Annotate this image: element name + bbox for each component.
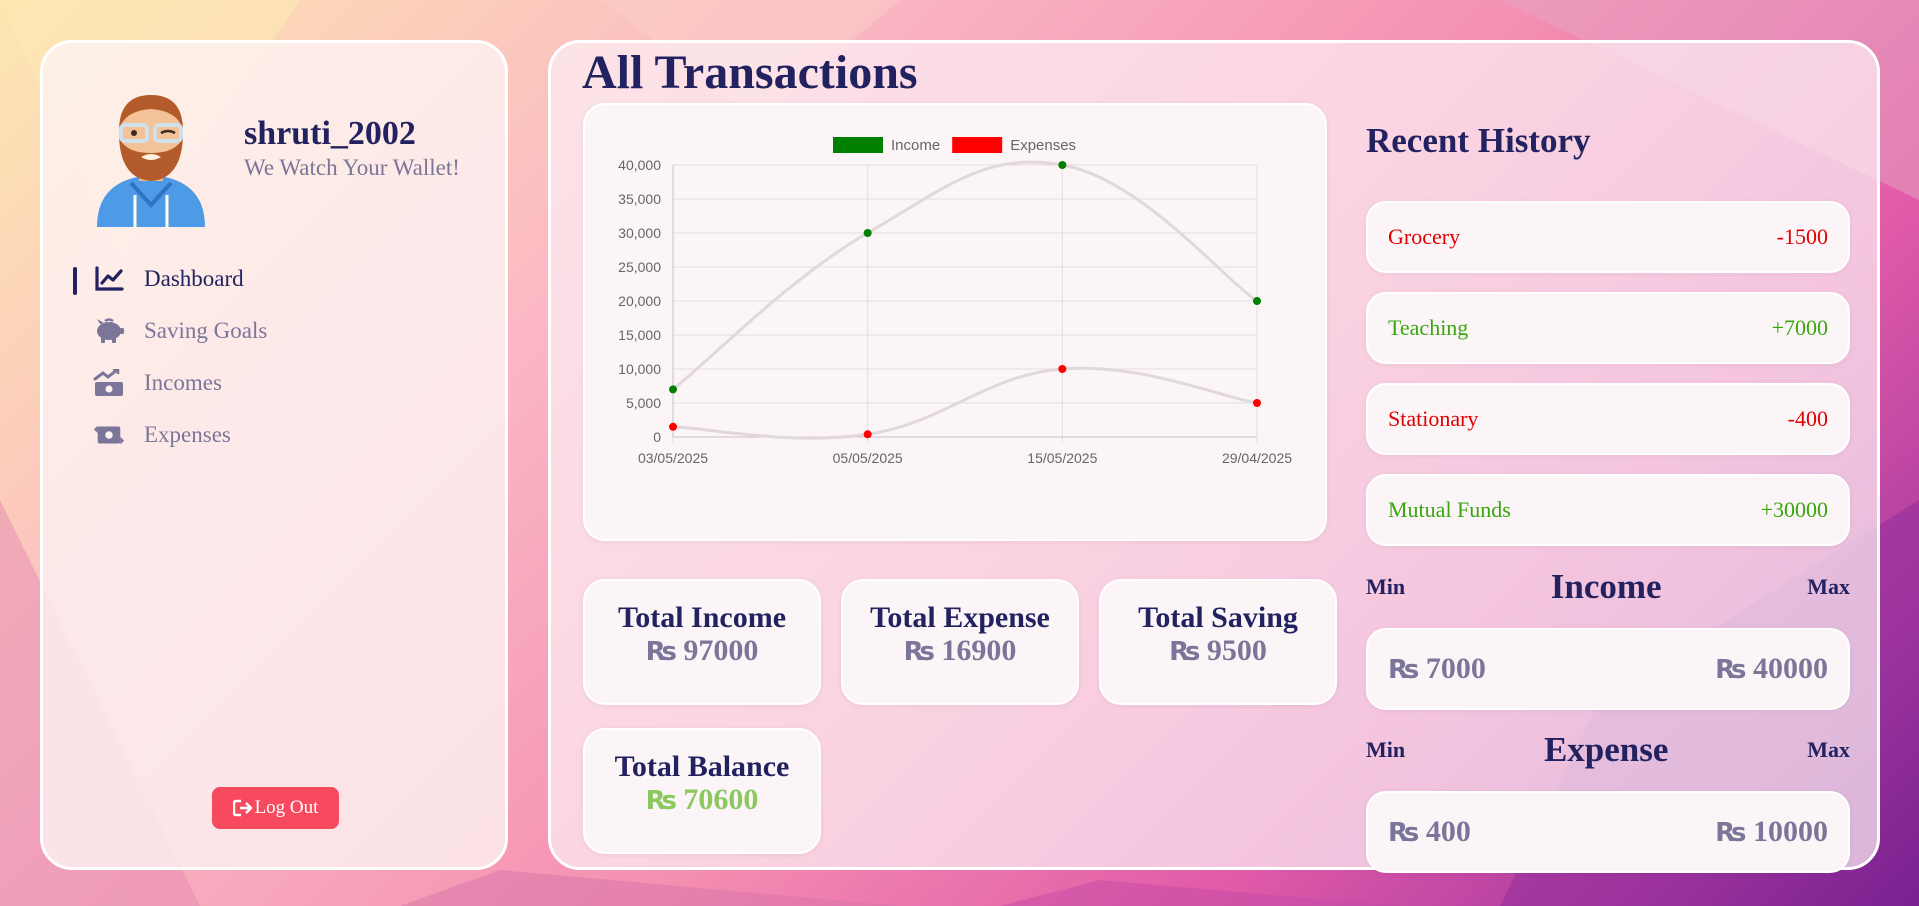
total-expense-card: Total Expense ₨ 16900 [841, 579, 1079, 705]
y-tick-label: 40,000 [618, 157, 661, 173]
history-item-amount: +7000 [1771, 315, 1828, 340]
logout-button[interactable]: Log Out [212, 787, 339, 829]
legend-label: Expenses [1010, 137, 1076, 154]
expense-min-label: Min [1366, 737, 1406, 762]
history-item[interactable]: Mutual Funds +30000 [1366, 474, 1850, 546]
nav-item-incomes[interactable]: Incomes [73, 357, 267, 409]
y-tick-label: 35,000 [618, 191, 661, 207]
history-item-name: Teaching [1388, 315, 1469, 340]
y-tick-label: 25,000 [618, 259, 661, 275]
page-title: All Transactions [582, 46, 918, 99]
data-point [1058, 365, 1067, 373]
income-min-value: ₨ 7000 [1388, 652, 1486, 685]
data-point [863, 430, 872, 439]
income-range-title: Income [1550, 567, 1662, 606]
legend-swatch [952, 137, 1003, 153]
x-tick-label: 03/05/2025 [638, 450, 708, 466]
nav-label-incomes: Incomes [144, 370, 222, 395]
nav-item-expenses[interactable]: Expenses [73, 409, 267, 461]
total-saving-title: Total Saving [1138, 601, 1298, 634]
expense-range-card: ₨ 400 ₨ 10000 [1366, 791, 1850, 873]
sidebar: shruti_2002 We Watch Your Wallet! Dashbo… [40, 40, 508, 870]
series-line [672, 160, 1258, 391]
income-range-card: ₨ 7000 ₨ 40000 [1366, 628, 1850, 710]
history-item-name: Stationary [1388, 406, 1479, 431]
y-tick-label: 10,000 [618, 361, 661, 377]
data-point [1253, 399, 1261, 407]
username: shruti_2002 [244, 115, 416, 152]
income-max-value: ₨ 40000 [1715, 652, 1828, 685]
data-point [863, 229, 872, 237]
history-item[interactable]: Teaching +7000 [1366, 292, 1850, 364]
nav-label-dashboard: Dashboard [144, 266, 244, 291]
total-saving-card: Total Saving ₨ 9500 [1099, 579, 1337, 705]
y-tick-label: 5,000 [626, 395, 661, 411]
history-item-name: Mutual Funds [1388, 497, 1511, 522]
chart-line-icon [93, 265, 125, 293]
expense-max-value: ₨ 10000 [1715, 815, 1828, 848]
sidebar-nav: Dashboard Saving Goals Incomes Expenses [73, 253, 267, 461]
nav-label-saving-goals: Saving Goals [144, 318, 268, 343]
expense-range-title: Expense [1543, 730, 1669, 769]
income-min-label: Min [1366, 574, 1406, 599]
history-item-amount: -400 [1787, 406, 1828, 431]
user-avatar [97, 95, 205, 227]
recent-history-title: Recent History [1366, 121, 1591, 160]
history-item-amount: +30000 [1760, 497, 1828, 522]
main-panel: All Transactions Income Expenses 40,000 35… [548, 40, 1880, 873]
expense-max-label: Max [1807, 737, 1850, 762]
x-tick-label: 15/05/2025 [1027, 450, 1097, 466]
nav-label-expenses: Expenses [144, 422, 231, 447]
line-chart: Income Expenses 40,000 35,000 30,000 25,000 2… [618, 137, 1292, 466]
data-point [669, 385, 677, 394]
income-range-header: Min Income Max [1366, 567, 1850, 607]
data-point [669, 422, 677, 431]
history-item[interactable]: Stationary -400 [1366, 383, 1850, 455]
money-bill-transfer-icon [93, 421, 125, 449]
y-tick-label: 15,000 [618, 327, 661, 343]
total-saving-value: ₨ 9500 [1169, 634, 1267, 668]
history-item[interactable]: Grocery -1500 [1366, 201, 1850, 273]
y-tick-label: 30,000 [618, 225, 661, 241]
history-item-name: Grocery [1388, 224, 1461, 249]
active-indicator [73, 267, 77, 295]
y-tick-label: 0 [653, 429, 661, 445]
total-income-title: Total Income [617, 601, 787, 634]
income-max-label: Max [1807, 574, 1850, 599]
legend-swatch [833, 137, 883, 153]
chart-legend: Income Expenses [833, 137, 1076, 154]
data-point [1253, 297, 1261, 305]
transactions-chart: Income Expenses 40,000 35,000 30,000 25,000 2… [583, 103, 1327, 541]
nav-item-saving-goals[interactable]: Saving Goals [73, 305, 267, 357]
y-tick-label: 20,000 [618, 293, 661, 309]
total-income-value: ₨ 97000 [645, 634, 759, 668]
expense-range-header: Min Expense Max [1366, 730, 1850, 770]
sign-out-icon [232, 799, 252, 817]
history-item-amount: -1500 [1776, 224, 1828, 249]
money-bill-trend-up-icon [93, 369, 125, 397]
piggy-bank-icon [93, 317, 125, 345]
nav-item-dashboard[interactable]: Dashboard [73, 253, 267, 305]
x-tick-label: 29/04/2025 [1222, 450, 1292, 466]
x-tick-label: 05/05/2025 [833, 450, 903, 466]
total-expense-value: ₨ 16900 [903, 634, 1017, 668]
data-point [1058, 161, 1067, 169]
total-balance-title: Total Balance [614, 750, 790, 783]
legend-label: Income [891, 137, 940, 154]
tagline: We Watch Your Wallet! [244, 155, 460, 180]
total-expense-title: Total Expense [870, 601, 1050, 634]
total-balance-value: ₨ 70600 [645, 783, 759, 817]
total-income-card: Total Income ₨ 97000 [583, 579, 821, 705]
total-balance-card: Total Balance ₨ 70600 [583, 728, 821, 854]
expense-min-value: ₨ 400 [1388, 815, 1471, 848]
logout-label: Log Out [254, 797, 319, 818]
